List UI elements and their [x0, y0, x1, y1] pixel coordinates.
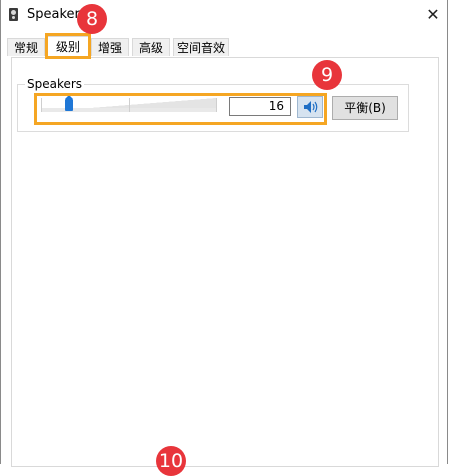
close-button[interactable]: ✕: [419, 2, 447, 28]
tab-spatial-sound[interactable]: 空间音效: [173, 38, 229, 56]
slider-tick: [216, 98, 217, 112]
volume-slider[interactable]: [41, 95, 217, 112]
tab-general[interactable]: 常规: [7, 38, 45, 56]
speaker-volume-icon: [304, 101, 318, 113]
annotation-badge-8: 8: [77, 4, 107, 34]
speakers-properties-window: Speakers ✕ 常规 级别 增强 高级 空间音效 Speakers 16 …: [0, 0, 448, 476]
slider-tick: [41, 98, 42, 112]
balance-button[interactable]: 平衡(B): [332, 96, 398, 120]
tab-advanced[interactable]: 高级: [132, 38, 170, 56]
annotation-badge-9: 9: [312, 60, 342, 90]
speaker-app-icon: [9, 8, 18, 21]
slider-tick: [129, 98, 130, 112]
tab-strip: 常规 级别 增强 高级 空间音效: [1, 36, 447, 58]
title-bar: Speakers ✕: [1, 0, 447, 30]
speakers-group-label: Speakers: [25, 77, 85, 91]
volume-value-field[interactable]: 16: [229, 97, 291, 116]
mute-toggle-button[interactable]: [297, 96, 323, 118]
annotation-badge-10: 10: [156, 446, 186, 476]
tab-enhancements[interactable]: 增强: [91, 38, 129, 56]
volume-slider-thumb[interactable]: [65, 95, 73, 111]
tab-levels[interactable]: 级别: [47, 36, 89, 58]
